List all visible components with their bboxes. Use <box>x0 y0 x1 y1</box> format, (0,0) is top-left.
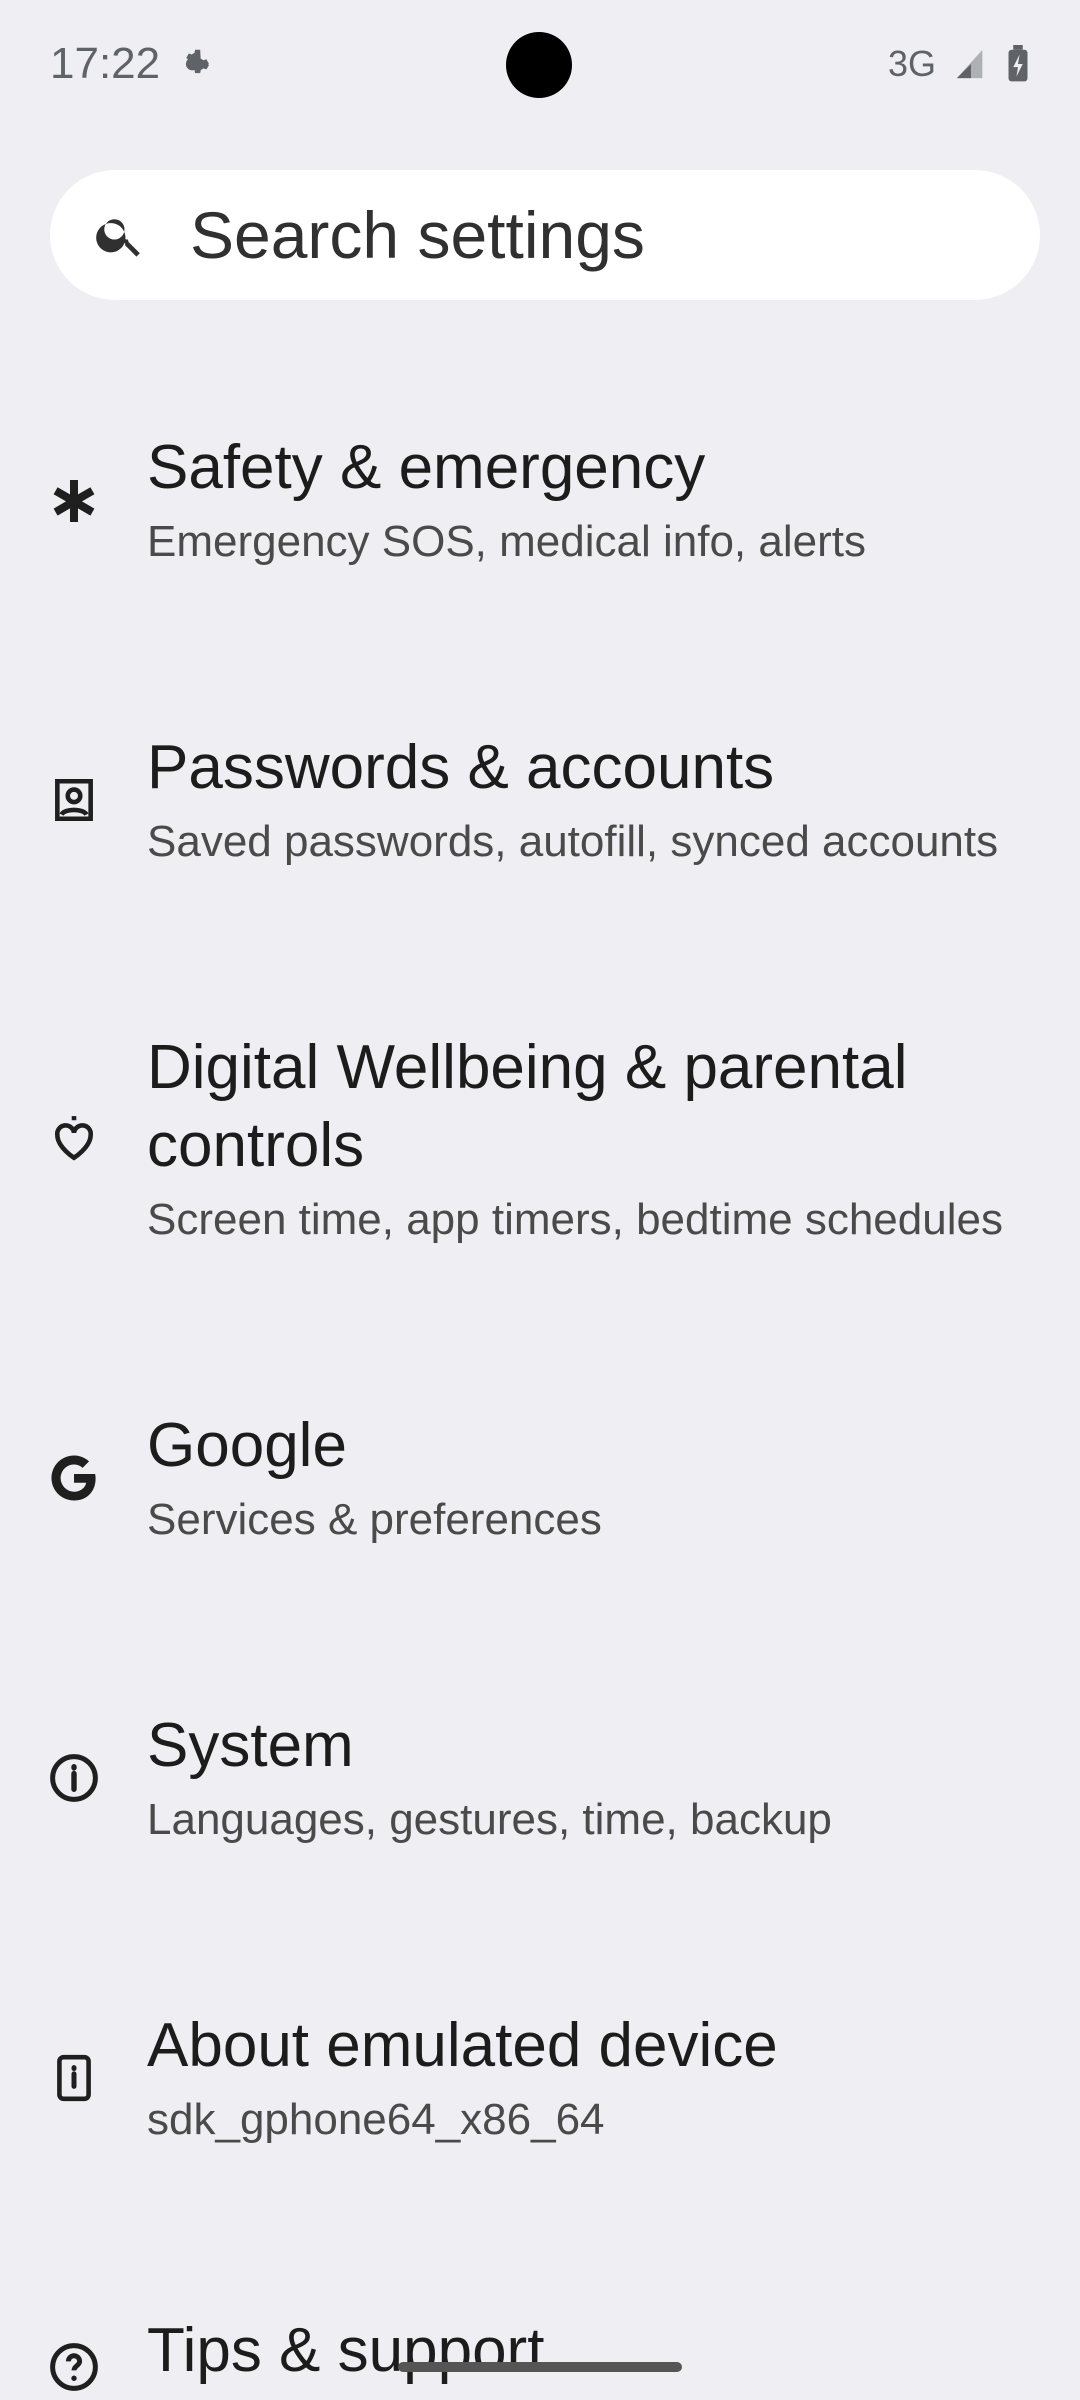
google-g-icon <box>0 1328 147 1628</box>
settings-item-title: System <box>147 1711 354 1780</box>
settings-item-text: System Languages, gestures, time, backup <box>147 1707 1080 1849</box>
clock: 17:22 <box>50 39 161 88</box>
camera-cutout <box>506 32 572 98</box>
settings-item-title: Google <box>147 1411 347 1480</box>
account-box-icon <box>0 650 147 950</box>
wellbeing-heart-icon <box>0 950 147 1328</box>
settings-item-text: Passwords & accounts Saved passwords, au… <box>147 729 1080 871</box>
gesture-nav-handle[interactable] <box>398 2362 682 2372</box>
settings-item-subtitle: sdk_gphone64_x86_64 <box>147 2095 605 2144</box>
settings-item-title: Safety & emergency <box>147 433 706 502</box>
status-left: 17:22 <box>50 39 216 89</box>
settings-item-title: About emulated device <box>147 2011 778 2080</box>
settings-item-system[interactable]: System Languages, gestures, time, backup <box>0 1628 1080 1928</box>
settings-item-text: Safety & emergency Emergency SOS, medica… <box>147 429 1080 571</box>
settings-item-passwords[interactable]: Passwords & accounts Saved passwords, au… <box>0 650 1080 950</box>
settings-item-google[interactable]: Google Services & preferences <box>0 1328 1080 1628</box>
settings-item-text: Google Services & preferences <box>147 1407 1080 1549</box>
settings-item-about-device[interactable]: About emulated device sdk_gphone64_x86_6… <box>0 1928 1080 2228</box>
search-placeholder: Search settings <box>190 198 645 272</box>
status-right: 3G <box>888 43 1030 85</box>
settings-item-subtitle: Saved passwords, autofill, synced accoun… <box>147 817 999 866</box>
signal-icon <box>954 47 988 81</box>
settings-item-title: Passwords & accounts <box>147 733 775 802</box>
search-bar[interactable]: Search settings <box>50 170 1040 300</box>
settings-item-digital-wellbeing[interactable]: Digital Wellbeing & parental controls Sc… <box>0 950 1080 1328</box>
settings-item-title: Digital Wellbeing & parental controls <box>147 1033 908 1180</box>
settings-list: Safety & emergency Emergency SOS, medica… <box>0 350 1080 2228</box>
settings-gear-status-icon <box>178 45 216 83</box>
battery-charging-icon <box>1006 45 1030 83</box>
settings-item-text: Digital Wellbeing & parental controls Sc… <box>147 1029 1080 1249</box>
settings-item-subtitle: Languages, gestures, time, backup <box>147 1795 832 1844</box>
search-icon <box>50 170 190 300</box>
network-type: 3G <box>887 43 936 84</box>
asterisk-medical-icon <box>0 350 147 650</box>
settings-item-subtitle: Emergency SOS, medical info, alerts <box>147 517 866 566</box>
info-circle-icon <box>0 1628 147 1928</box>
settings-item-subtitle: Screen time, app timers, bedtime schedul… <box>147 1195 1003 1244</box>
settings-item-title: Tips & support <box>147 2316 545 2385</box>
settings-item-subtitle: Services & preferences <box>147 1495 602 1544</box>
settings-item-text: About emulated device sdk_gphone64_x86_6… <box>147 2007 1080 2149</box>
device-info-icon <box>0 1928 147 2228</box>
help-circle-icon <box>0 2250 147 2400</box>
settings-item-tips-support[interactable]: Tips & support <box>0 2250 1080 2400</box>
settings-item-safety[interactable]: Safety & emergency Emergency SOS, medica… <box>0 350 1080 650</box>
